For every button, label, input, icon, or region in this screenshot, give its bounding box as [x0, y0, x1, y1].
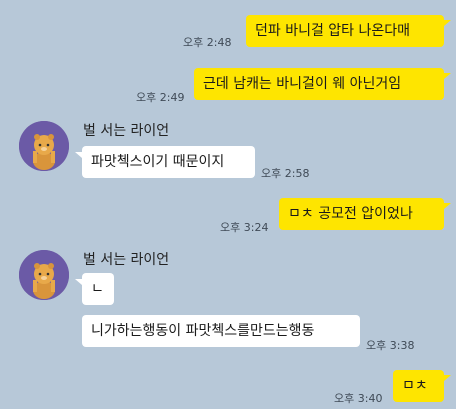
message-time: 오후 3:40	[334, 392, 383, 405]
lion-character-icon	[19, 250, 69, 300]
message-time: 오후 2:49	[136, 91, 185, 104]
bubble-tail	[444, 375, 451, 381]
bubble-tail	[444, 73, 451, 79]
message-bubble-sent[interactable]: 던파 바니걸 압타 나온다매	[246, 15, 444, 47]
message-bubble-received[interactable]: 니가하는행동이 파맛첵스를만드는행동	[82, 315, 360, 347]
sender-name: 벌 서는 라이언	[83, 123, 170, 139]
bubble-tail	[444, 203, 451, 209]
message-time: 오후 2:58	[261, 167, 310, 180]
sender-name: 벌 서는 라이언	[83, 252, 170, 268]
bubble-tail	[75, 279, 82, 285]
bubble-tail	[444, 20, 451, 26]
message-bubble-received[interactable]: 파맛첵스이기 때문이지	[82, 146, 255, 178]
bubble-tail	[75, 152, 82, 158]
message-bubble-sent[interactable]: ㅁㅊ 공모전 압이었나	[279, 198, 444, 230]
avatar[interactable]	[19, 250, 69, 300]
message-time: 오후 3:38	[366, 339, 415, 352]
message-bubble-sent[interactable]: 근데 남캐는 바니걸이 웨 아닌거임	[194, 68, 444, 100]
message-bubble-received[interactable]: ㄴ	[82, 273, 114, 305]
lion-character-icon	[19, 121, 69, 171]
message-bubble-sent[interactable]: ㅁㅊ	[393, 370, 444, 402]
message-time: 오후 2:48	[183, 36, 232, 49]
message-time: 오후 3:24	[220, 221, 269, 234]
avatar[interactable]	[19, 121, 69, 171]
